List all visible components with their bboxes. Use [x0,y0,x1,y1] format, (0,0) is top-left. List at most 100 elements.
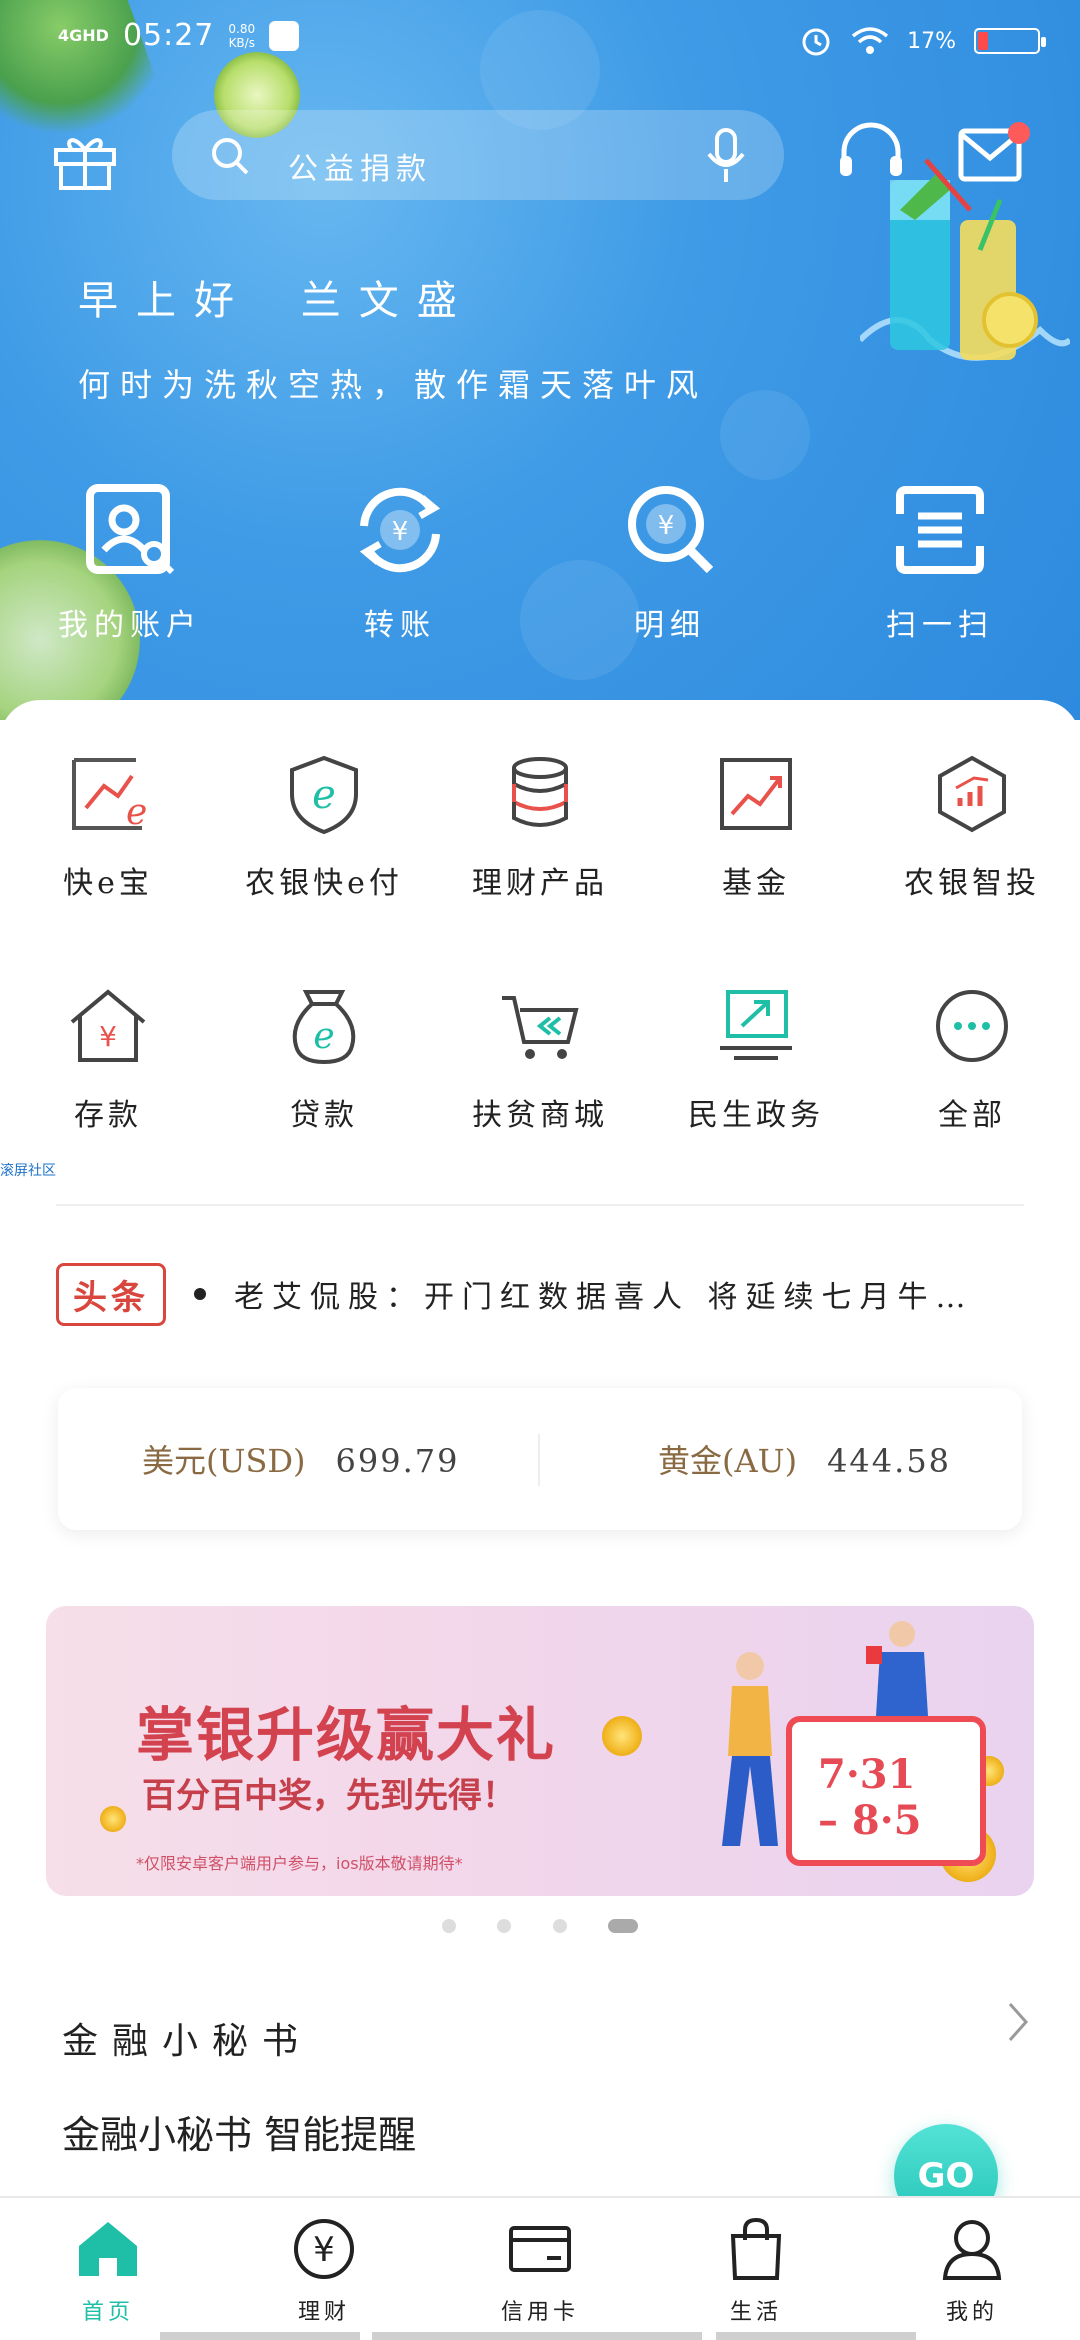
search-icon [212,138,249,175]
carousel-dot[interactable] [552,1919,567,1933]
indicator-segment [372,2332,702,2340]
service-label: 存款 [74,1098,142,1133]
svg-text:e: e [312,772,336,818]
unread-badge [1008,122,1030,144]
service-kuaie-bao[interactable]: e 快e宝 [0,752,216,902]
gold-label: 黄金(AU) [658,1442,798,1480]
status-time: 05:27 [122,18,215,53]
alarm-icon [802,28,830,56]
wifi-icon [851,27,889,54]
details-icon: ¥ [628,486,714,574]
more-icon [936,990,1008,1062]
svg-text:¥: ¥ [392,517,409,547]
svg-text:¥: ¥ [658,511,675,541]
bottom-tab-bar: 首页 ¥ 理财 信用卡 生活 我的 [0,2196,1080,2340]
quick-action-label: 转账 [364,608,436,643]
banner-title: 掌银升级赢大礼 [136,1701,557,1769]
service-fund[interactable]: 基金 [648,752,864,902]
rates-card[interactable]: 美元(USD) 699.79 黄金(AU) 444.58 [58,1388,1022,1530]
svg-text:¥: ¥ [313,2230,335,2270]
chevron-right-icon[interactable] [1006,2000,1030,2044]
network-speed: 0.80 KB/s [228,22,255,50]
carousel-dot-active[interactable] [607,1919,638,1933]
microphone-icon[interactable] [704,128,748,184]
service-label: 快e宝 [63,866,153,901]
loan-bag-icon: e [292,990,356,1065]
service-label: 全部 [938,1098,1006,1133]
section-subtitle: 金融小秘书 智能提醒 [62,2113,417,2157]
credit-card-icon [509,2226,571,2272]
e-pay-shield-icon: e [290,755,358,835]
quick-details[interactable]: ¥ 明细 [570,480,770,644]
promo-banner[interactable]: 掌银升级赢大礼 百分百中奖，先到先得！ *仅限安卓客户端用户参与，ios版本敬请… [46,1606,1034,1896]
indicator-segment [160,2332,360,2340]
battery-fill [978,32,988,50]
deposit-house-icon: ¥ [70,989,146,1062]
tab-credit-card[interactable]: 信用卡 [432,2216,648,2326]
tab-bar-indicator-strip [0,2332,1080,2340]
service-poverty-mall[interactable]: 扶贫商城 [432,984,648,1134]
tab-label: 信用卡 [500,2300,579,2325]
drink-illustration [860,158,1070,361]
quick-my-account[interactable]: 我的账户 [30,480,230,644]
service-all[interactable]: 全部 [864,984,1080,1134]
quick-action-label: 我的账户 [58,608,202,643]
quick-transfer[interactable]: ¥ 转账 [300,480,500,644]
rates-separator [538,1434,540,1486]
service-label: 民生政务 [688,1098,824,1133]
quick-scan[interactable]: 扫一扫 [840,480,1040,644]
carousel-indicator[interactable] [0,1918,1080,1937]
gold-rate[interactable]: 黄金(AU) 444.58 [658,1436,951,1482]
carousel-dot[interactable] [442,1919,457,1933]
speed-unit: KB/s [228,35,255,50]
user-name: 兰文盛 [300,278,475,324]
coin-decoration [602,1716,642,1756]
service-gov-affairs[interactable]: 民生政务 [648,984,864,1134]
service-loan[interactable]: e 贷款 [216,984,432,1134]
shopping-bag-icon [730,2217,782,2280]
greeting-hello: 早上好 [78,278,252,324]
divider [56,1204,1024,1206]
person-illustration [722,1652,778,1846]
search-bar[interactable]: 公益捐款 [172,110,784,200]
service-label: 贷款 [290,1098,358,1133]
indicator-segment [716,2332,916,2340]
service-wealth-products[interactable]: 理财产品 [432,752,648,902]
banner-note: *仅限安卓客户端用户参与，ios版本敬请期待* [136,1854,463,1873]
usd-label: 美元(USD) [142,1442,306,1480]
tab-home[interactable]: 首页 [0,2216,216,2326]
service-label: 农银智投 [904,866,1040,901]
service-deposit[interactable]: ¥ 存款 [0,984,216,1134]
coin-decoration [100,1806,126,1832]
home-icon [79,2222,137,2276]
tab-wealth[interactable]: ¥ 理财 [216,2216,432,2326]
quick-action-label: 扫一扫 [886,608,994,643]
tab-label: 生活 [729,2300,782,2325]
transfer-icon: ¥ [359,487,441,573]
watermark-text: 滚屏社区 [0,1163,56,1179]
smart-invest-icon [938,755,1006,833]
account-icon [86,484,175,575]
network-indicator: 4GHD [58,26,109,45]
service-label: 基金 [722,866,790,901]
svg-text:¥: ¥ [99,1020,117,1053]
gift-icon[interactable] [52,130,118,190]
status-bar: 4GHD 05:27 0.80 KB/s 17% [0,18,1080,78]
battery-percent: 17% [907,28,956,54]
headline-news[interactable]: 头条 老艾侃股：开门红数据喜人 将延续七月牛… [56,1262,1024,1326]
banner-subtitle: 百分百中奖，先到先得！ [142,1776,516,1816]
carousel-dot[interactable] [497,1919,512,1933]
service-smart-invest[interactable]: 农银智投 [864,752,1080,902]
cart-icon [502,996,579,1059]
service-e-pay[interactable]: e 农银快e付 [216,752,432,902]
tab-life[interactable]: 生活 [648,2216,864,2326]
headline-text[interactable]: 老艾侃股：开门红数据喜人 将延续七月牛… [234,1272,1014,1316]
promo-dates: 7·31– 8·5 [818,1751,922,1844]
section-title[interactable]: 金融小秘书 [62,2012,312,2064]
tab-mine[interactable]: 我的 [864,2216,1080,2326]
usd-rate[interactable]: 美元(USD) 699.79 [142,1436,460,1482]
svg-text:e: e [313,1016,334,1057]
hero-header: 4GHD 05:27 0.80 KB/s 17% 公益捐款 早上好 兰文盛 何时… [0,0,1080,720]
service-label: 扶贫商城 [472,1098,608,1133]
usd-value: 699.79 [335,1442,460,1480]
